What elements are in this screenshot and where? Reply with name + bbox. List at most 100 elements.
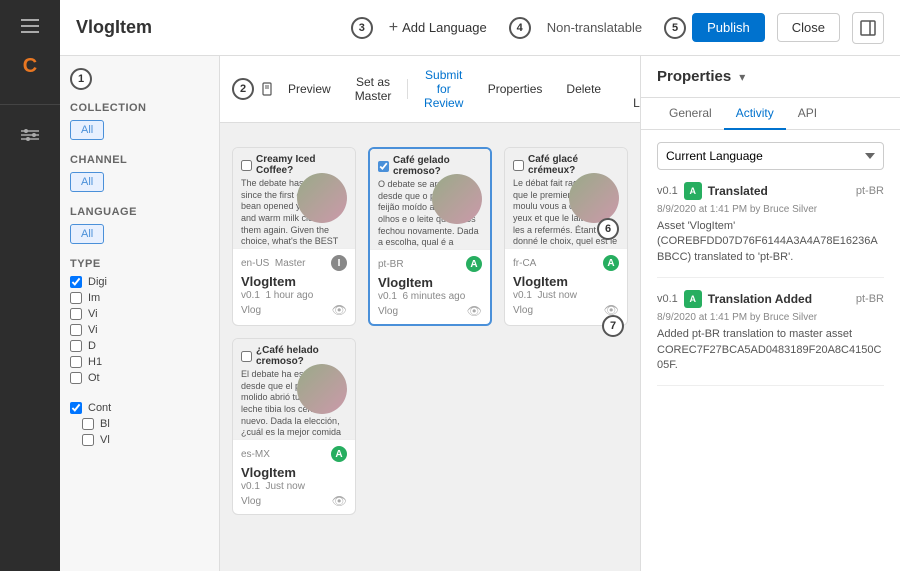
card-es-mx-footer: es-MX A VlogItem v0.1 Just now Vlog 👁 — [233, 439, 355, 514]
activity-2-desc: Added pt-BR translation to master asset … — [657, 327, 884, 373]
non-translatable-group: 4 Non-translatable — [509, 14, 652, 41]
type-d-checkbox[interactable] — [70, 340, 82, 352]
card-fr-ca-checkbox[interactable] — [513, 160, 524, 171]
eye-icon-fr: 👁 — [604, 303, 619, 317]
activity-1-version: v0.1 — [657, 185, 678, 197]
activity-item-1: v0.1 A Translated pt-BR 8/9/2020 at 1:41… — [657, 182, 884, 278]
language-filter: Language All — [70, 206, 209, 244]
card-en-us[interactable]: Creamy Iced Coffee? The debate has raged… — [232, 147, 356, 326]
content-row: 1 Collection All Channel All Language Al… — [60, 56, 900, 571]
card-pt-br-avatar — [432, 174, 482, 224]
card-es-mx-avatar — [297, 364, 347, 414]
tab-activity[interactable]: Activity — [724, 98, 786, 130]
card-en-us-version: v0.1 1 hour ago — [241, 290, 347, 301]
show-languages-button[interactable]: Show Existing Languages — [625, 64, 640, 114]
toolbar-left: 2 Preview Set as Master Submit for Revie… — [232, 64, 609, 114]
channel-filter: Channel All — [70, 154, 209, 192]
card-fr-ca-avatar — [569, 173, 619, 223]
toolbar: 2 Preview Set as Master Submit for Revie… — [220, 56, 640, 123]
card-pt-br-image: Café gelado cremoso? O debate se arrasta… — [370, 149, 490, 249]
non-translatable-button[interactable]: Non-translatable — [537, 14, 652, 41]
properties-button[interactable]: Properties — [480, 78, 551, 100]
add-language-group: 3 + Add Language — [351, 13, 497, 43]
filter-panel: 1 Collection All Channel All Language Al… — [60, 56, 220, 571]
type-vi1-checkbox[interactable] — [70, 308, 82, 320]
cards-scroll: Creamy Iced Coffee? The debate has raged… — [220, 123, 640, 571]
card-es-mx-title: VlogItem — [241, 465, 347, 480]
callout-5: 5 — [664, 17, 686, 39]
card-pt-br-type: Vlog — [378, 306, 398, 317]
set-master-button[interactable]: Set as Master — [347, 71, 400, 107]
collection-filter: Collection All — [70, 102, 209, 140]
sidebar-filter-icon[interactable] — [12, 117, 48, 153]
header: VlogItem 3 + Add Language 4 Non-translat… — [60, 0, 900, 56]
add-language-button[interactable]: + Add Language — [379, 13, 497, 43]
type-im-checkbox[interactable] — [70, 292, 82, 304]
properties-panel: Properties ▾ General Activity API Curren… — [640, 56, 900, 571]
card-pt-br-title: VlogItem — [378, 275, 482, 290]
type-ot-checkbox[interactable] — [70, 372, 82, 384]
main-area: VlogItem 3 + Add Language 4 Non-translat… — [60, 0, 900, 571]
card-pt-br[interactable]: Café gelado cremoso? O debate se arrasta… — [368, 147, 492, 326]
card-en-us-badge: I — [331, 255, 347, 271]
sidebar-menu-icon[interactable] — [12, 8, 48, 44]
type-digi-checkbox[interactable] — [70, 276, 82, 288]
cont-checkbox[interactable] — [70, 402, 82, 414]
card-fr-ca[interactable]: Café glacé crémeux? Le débat fait rage d… — [504, 147, 628, 326]
card-en-us-checkbox[interactable] — [241, 160, 252, 171]
channel-label: Channel — [70, 154, 209, 166]
card-pt-br-checkbox[interactable] — [378, 161, 389, 172]
submit-review-button[interactable]: Submit for Review — [416, 64, 472, 114]
vl-checkbox[interactable] — [82, 434, 94, 446]
card-fr-ca-version: v0.1 Just now — [513, 290, 619, 301]
panel-toggle-button[interactable] — [852, 12, 884, 44]
card-es-mx[interactable]: ¿Café helado cremoso? El debate ha estal… — [232, 338, 356, 515]
callout-1: 1 — [70, 68, 92, 90]
card-fr-ca-badge: A — [603, 255, 619, 271]
preview-button[interactable]: Preview — [280, 78, 339, 100]
properties-title: Properties — [657, 68, 731, 85]
page-title: VlogItem — [76, 17, 339, 38]
card-es-mx-checkbox[interactable] — [241, 351, 252, 362]
close-button[interactable]: Close — [777, 13, 840, 42]
eye-icon-pt: 👁 — [467, 304, 482, 318]
activity-1-status: Translated — [708, 184, 850, 198]
activity-1-badge: A — [684, 182, 702, 200]
language-select[interactable]: Current Language — [657, 142, 884, 170]
sidebar: C — [0, 0, 60, 571]
callout-4: 4 — [509, 17, 531, 39]
language-all-btn[interactable]: All — [70, 224, 104, 244]
card-es-mx-badge: A — [331, 446, 347, 462]
activity-2-lang: pt-BR — [856, 293, 884, 305]
card-pt-br-badge: A — [466, 256, 482, 272]
properties-chevron: ▾ — [739, 70, 745, 84]
card-fr-ca-title: VlogItem — [513, 274, 619, 289]
delete-button[interactable]: Delete — [558, 78, 609, 100]
card-en-us-footer: en-US Master I VlogItem v0.1 1 hour ago … — [233, 248, 355, 323]
card-en-us-avatar — [297, 173, 347, 223]
activity-2-time: 8/9/2020 at 1:41 PM by Bruce Silver — [657, 312, 884, 323]
type-h1-checkbox[interactable] — [70, 356, 82, 368]
activity-1-lang: pt-BR — [856, 185, 884, 197]
card-pt-br-lang: pt-BR — [378, 259, 404, 270]
publish-group: 5 Publish — [664, 13, 765, 42]
bl-checkbox[interactable] — [82, 418, 94, 430]
activity-2-badge: A — [684, 290, 702, 308]
tab-api[interactable]: API — [786, 98, 829, 130]
card-pt-br-version: v0.1 6 minutes ago — [378, 291, 482, 302]
type-vi2-checkbox[interactable] — [70, 324, 82, 336]
collection-all-btn[interactable]: All — [70, 120, 104, 140]
activity-item-2: v0.1 A Translation Added pt-BR 8/9/2020 … — [657, 290, 884, 386]
tab-general[interactable]: General — [657, 98, 724, 130]
collection-label: Collection — [70, 102, 209, 114]
sidebar-logo: C — [12, 48, 48, 84]
properties-body: Current Language v0.1 A Translated pt-BR… — [641, 130, 900, 571]
cards-grid: Creamy Iced Coffee? The debate has raged… — [232, 147, 628, 515]
properties-header: Properties ▾ — [641, 56, 900, 98]
cards-area-wrapper: 2 Preview Set as Master Submit for Revie… — [220, 56, 640, 571]
card-es-mx-lang: es-MX — [241, 449, 270, 460]
channel-all-btn[interactable]: All — [70, 172, 104, 192]
callout-2: 2 — [232, 78, 254, 100]
type-label: Type — [70, 258, 209, 270]
publish-button[interactable]: Publish — [692, 13, 765, 42]
